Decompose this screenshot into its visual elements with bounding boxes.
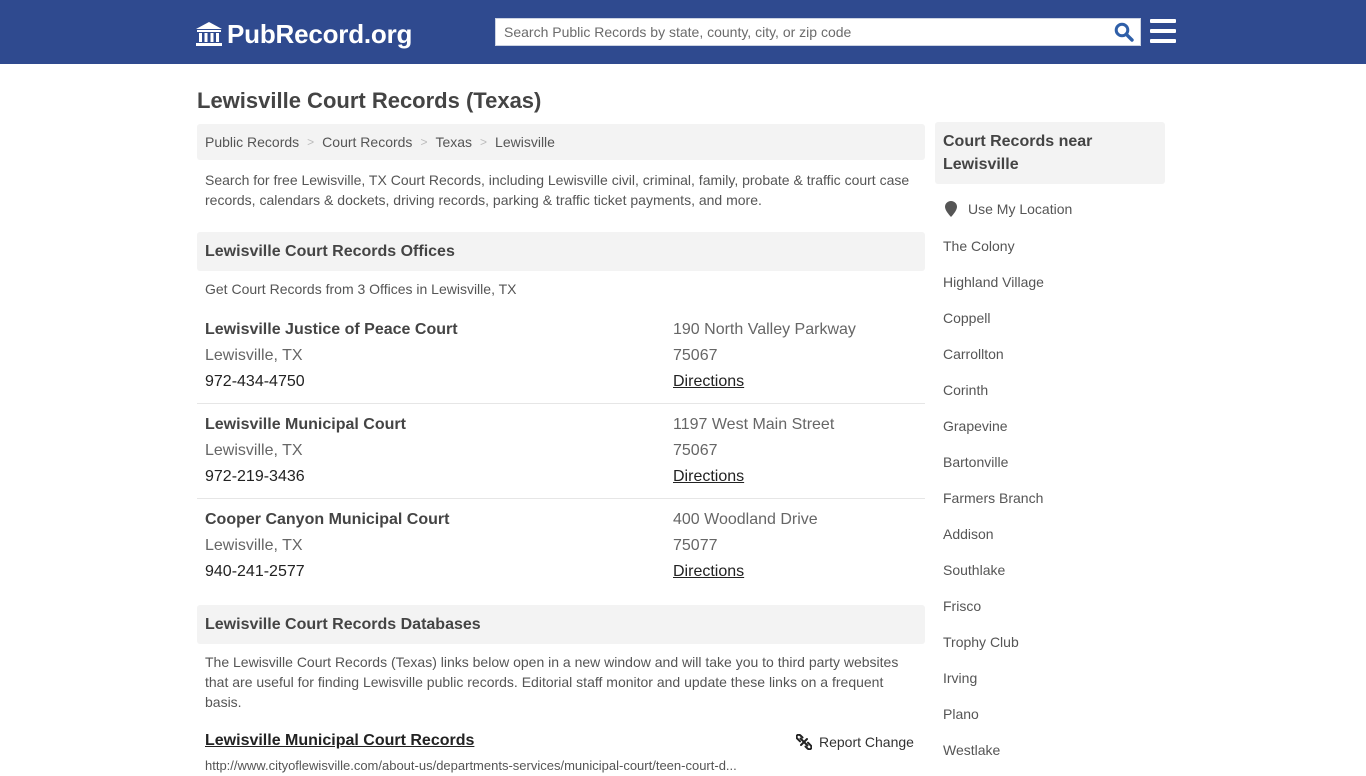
database-url[interactable]: http://www.cityoflewisville.com/about-us… xyxy=(205,758,770,773)
use-my-location-label: Use My Location xyxy=(968,201,1073,217)
nearby-city-link[interactable]: Bartonville xyxy=(943,454,1008,470)
nearby-city-link[interactable]: Corinth xyxy=(943,382,988,398)
office-phone[interactable]: 972-434-4750 xyxy=(205,369,458,395)
office-phone[interactable]: 940-241-2577 xyxy=(205,559,449,585)
office-name: Lewisville Municipal Court xyxy=(205,416,406,433)
breadcrumb-public-records[interactable]: Public Records xyxy=(205,134,299,150)
broken-link-icon xyxy=(796,734,812,750)
office-zip: 75067 xyxy=(673,442,718,459)
report-change-button[interactable]: Report Change xyxy=(796,734,914,750)
office-phone[interactable]: 972-219-3436 xyxy=(205,464,406,490)
office-name: Cooper Canyon Municipal Court xyxy=(205,511,450,528)
nearby-city-link[interactable]: Addison xyxy=(943,526,994,542)
breadcrumb-separator: > xyxy=(307,135,315,149)
nearby-city-link[interactable]: Westlake xyxy=(943,742,1000,758)
office-city: Lewisville, TX xyxy=(205,442,303,459)
office-item: Lewisville Justice of Peace Court Lewisv… xyxy=(197,309,925,404)
breadcrumb-texas[interactable]: Texas xyxy=(435,134,472,150)
office-address: 400 Woodland Drive xyxy=(673,511,818,528)
breadcrumb: Public Records > Court Records > Texas >… xyxy=(197,124,925,160)
office-address: 1197 West Main Street xyxy=(673,416,835,433)
office-name: Lewisville Justice of Peace Court xyxy=(205,321,458,338)
nearby-city-link[interactable]: Coppell xyxy=(943,310,990,326)
office-address: 190 North Valley Parkway xyxy=(673,321,856,338)
nearby-city-link[interactable]: The Colony xyxy=(943,238,1015,254)
logo-text: PubRecord.org xyxy=(227,18,413,49)
office-item: Cooper Canyon Municipal Court Lewisville… xyxy=(197,499,925,594)
breadcrumb-lewisville[interactable]: Lewisville xyxy=(495,134,555,150)
office-zip: 75077 xyxy=(673,537,718,554)
nearby-city-link[interactable]: Farmers Branch xyxy=(943,490,1043,506)
breadcrumb-court-records[interactable]: Court Records xyxy=(322,134,412,150)
office-city: Lewisville, TX xyxy=(205,347,303,364)
use-my-location-button[interactable]: Use My Location xyxy=(945,201,1072,217)
menu-bar xyxy=(1150,39,1176,43)
search-bar xyxy=(495,18,1141,46)
breadcrumb-separator: > xyxy=(420,135,428,149)
nearby-city-link[interactable]: Plano xyxy=(943,706,979,722)
sidebar-heading: Court Records near Lewisville xyxy=(935,122,1165,184)
intro-text: Search for free Lewisville, TX Court Rec… xyxy=(205,172,910,208)
nearby-city-link[interactable]: Irving xyxy=(943,670,977,686)
directions-link[interactable]: Directions xyxy=(673,373,744,390)
nearby-cities-list: The Colony Highland Village Coppell Carr… xyxy=(943,236,1044,776)
office-item: Lewisville Municipal Court Lewisville, T… xyxy=(197,404,925,499)
page-title: Lewisville Court Records (Texas) xyxy=(197,88,542,113)
breadcrumb-separator: > xyxy=(480,135,488,149)
menu-bar xyxy=(1150,19,1176,23)
hamburger-menu-button[interactable] xyxy=(1150,19,1176,43)
nearby-city-link[interactable]: Highland Village xyxy=(943,274,1044,290)
nearby-city-link[interactable]: Southlake xyxy=(943,562,1005,578)
courthouse-icon xyxy=(196,22,222,46)
office-zip: 75067 xyxy=(673,347,718,364)
top-navbar: PubRecord.org xyxy=(0,0,1366,64)
directions-link[interactable]: Directions xyxy=(673,468,744,485)
search-button[interactable] xyxy=(1108,19,1140,45)
site-logo[interactable]: PubRecord.org xyxy=(195,17,412,51)
menu-bar xyxy=(1150,29,1176,33)
databases-heading: Lewisville Court Records Databases xyxy=(197,605,925,644)
office-city: Lewisville, TX xyxy=(205,537,303,554)
directions-link[interactable]: Directions xyxy=(673,563,744,580)
nearby-city-link[interactable]: Grapevine xyxy=(943,418,1008,434)
databases-intro: The Lewisville Court Records (Texas) lin… xyxy=(205,654,899,710)
search-icon xyxy=(1114,22,1134,42)
offices-heading: Lewisville Court Records Offices xyxy=(197,232,925,271)
offices-subheading: Get Court Records from 3 Offices in Lewi… xyxy=(205,281,517,297)
report-change-label: Report Change xyxy=(819,734,914,750)
search-input[interactable] xyxy=(496,19,1108,45)
nearby-city-link[interactable]: Frisco xyxy=(943,598,981,614)
nearby-city-link[interactable]: Carrollton xyxy=(943,346,1004,362)
database-link[interactable]: Lewisville Municipal Court Records xyxy=(205,732,474,750)
map-pin-icon xyxy=(945,201,957,217)
nearby-city-link[interactable]: Trophy Club xyxy=(943,634,1019,650)
